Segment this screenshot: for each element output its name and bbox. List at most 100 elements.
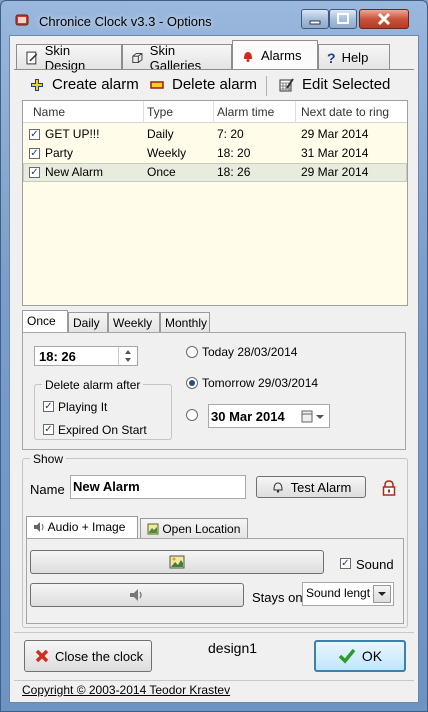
toolbar-divider xyxy=(266,76,267,96)
tab-label: Audio + Image xyxy=(47,520,126,534)
alarm-name-input[interactable]: New Alarm xyxy=(70,475,246,499)
alarm-time: 18: 26 xyxy=(217,165,251,179)
test-alarm-label: Test Alarm xyxy=(290,479,352,495)
alarm-type: Once xyxy=(147,165,176,179)
options-window: Chronice Clock v3.3 - Options Skin Desig… xyxy=(0,0,428,712)
alarm-row-selected[interactable]: ✓ New Alarm Once 18: 26 29 Mar 2014 xyxy=(23,163,407,182)
tab-weekly[interactable]: Weekly xyxy=(108,312,160,332)
alarm-enabled-checkbox[interactable]: ✓ xyxy=(29,129,40,140)
tab-once[interactable]: Once xyxy=(22,310,68,332)
plus-icon xyxy=(31,78,43,91)
tomorrow-label: Tomorrow 29/03/2014 xyxy=(202,376,319,390)
alarm-enabled-checkbox[interactable]: ✓ xyxy=(29,148,40,159)
alarm-time: 7: 20 xyxy=(217,127,244,141)
expired-on-start-checkbox[interactable]: ✓ xyxy=(43,424,54,435)
column-header-name[interactable]: Name xyxy=(33,105,65,119)
delete-alarm-button[interactable]: Delete alarm xyxy=(150,76,257,93)
spinner-arrows-icon xyxy=(125,350,131,362)
alarm-list[interactable]: Name Type Alarm time Next date to ring ✓… xyxy=(22,100,408,306)
tab-open-location[interactable]: Open Location xyxy=(140,518,248,538)
alarm-name-value: New Alarm xyxy=(73,479,140,494)
alarm-row[interactable]: ✓ GET UP!!! Daily 7: 20 29 Mar 2014 xyxy=(23,125,407,144)
dropdown-button[interactable] xyxy=(373,585,391,603)
delete-alarm-label: Delete alarm xyxy=(172,76,258,93)
minimize-button[interactable] xyxy=(301,9,329,29)
tab-skin-galleries[interactable]: Skin Galleries xyxy=(122,43,232,73)
tab-alarms[interactable]: Alarms xyxy=(232,40,318,70)
create-alarm-label: Create alarm xyxy=(52,76,139,93)
today-radio[interactable] xyxy=(186,346,198,358)
choose-image-button[interactable] xyxy=(30,550,324,574)
time-spinner[interactable] xyxy=(118,347,136,365)
alarm-row[interactable]: ✓ Party Weekly 18: 20 31 Mar 2014 xyxy=(23,144,407,163)
tab-monthly[interactable]: Monthly xyxy=(160,312,210,332)
edit-calendar-icon xyxy=(279,77,294,91)
tab-skin-design[interactable]: Skin Design xyxy=(16,42,122,73)
alarm-name: GET UP!!! xyxy=(45,127,100,141)
column-header-alarm-time[interactable]: Alarm time xyxy=(217,105,274,119)
sound-checkbox[interactable]: ✓ xyxy=(340,558,351,569)
expired-on-start-label: Expired On Start xyxy=(58,423,147,437)
lock-icon[interactable] xyxy=(382,480,396,496)
stays-on-label: Stays on xyxy=(252,590,303,605)
alarm-type: Daily xyxy=(147,127,174,141)
create-alarm-button[interactable]: Create alarm xyxy=(30,76,139,93)
maximize-button[interactable] xyxy=(329,9,357,29)
bell-icon xyxy=(244,51,252,62)
chevron-down-icon xyxy=(378,592,386,596)
close-icon xyxy=(377,12,391,26)
choose-sound-button[interactable] xyxy=(30,583,244,607)
alarm-list-header: Name Type Alarm time Next date to ring xyxy=(23,101,407,123)
alarm-type: Weekly xyxy=(147,146,187,160)
tab-label: Help xyxy=(341,50,369,65)
tomorrow-radio[interactable] xyxy=(186,377,198,389)
alarm-enabled-checkbox[interactable]: ✓ xyxy=(29,167,40,178)
custom-date-radio[interactable] xyxy=(186,409,198,421)
column-separator xyxy=(295,101,296,123)
edit-selected-button[interactable]: Edit Selected xyxy=(278,76,390,93)
alarm-name: Party xyxy=(45,146,74,160)
speaker-icon xyxy=(34,522,44,532)
sound-label: Sound xyxy=(356,557,394,572)
footer-divider xyxy=(14,632,414,633)
pencil-icon xyxy=(26,51,38,64)
tab-divider xyxy=(14,69,414,70)
column-header-type[interactable]: Type xyxy=(147,105,173,119)
alarm-name: New Alarm xyxy=(45,165,104,179)
close-clock-label: Close the clock xyxy=(55,648,144,664)
checkmark-icon xyxy=(338,648,356,664)
tab-help[interactable]: ? Help xyxy=(318,44,390,70)
playing-it-checkbox[interactable]: ✓ xyxy=(43,401,54,412)
delete-alarm-after-title: Delete alarm after xyxy=(42,378,144,392)
image-icon xyxy=(169,555,185,569)
minus-icon xyxy=(150,80,164,89)
tab-label: Skin Design xyxy=(44,42,86,73)
alarm-next-date: 29 Mar 2014 xyxy=(301,127,369,141)
ok-button[interactable]: OK xyxy=(314,640,406,672)
today-label: Today 28/03/2014 xyxy=(202,345,298,359)
alarm-time-value: 18: 26 xyxy=(39,349,76,364)
column-header-next-date[interactable]: Next date to ring xyxy=(301,105,389,119)
show-group-title: Show xyxy=(30,452,67,466)
stays-on-value: Sound lengt xyxy=(306,586,371,600)
speaker-icon xyxy=(130,589,142,601)
status-divider xyxy=(14,680,414,681)
name-label: Name xyxy=(30,482,65,497)
design-name: design1 xyxy=(208,640,258,656)
stays-on-select[interactable]: Sound lengt xyxy=(302,582,394,606)
tab-daily[interactable]: Daily xyxy=(68,312,108,332)
cube-icon xyxy=(132,52,143,63)
alarm-next-date: 31 Mar 2014 xyxy=(301,146,369,160)
date-value: 30 Mar 2014 xyxy=(211,409,285,424)
red-x-icon xyxy=(35,649,49,663)
copyright-link[interactable]: Copyright © 2003-2014 Teodor Krastev xyxy=(22,683,230,697)
tab-audio-image[interactable]: Audio + Image xyxy=(26,516,138,538)
tab-label: Open Location xyxy=(162,522,241,536)
column-separator xyxy=(213,101,214,123)
close-clock-button[interactable]: Close the clock xyxy=(24,640,152,672)
test-alarm-button[interactable]: Test Alarm xyxy=(256,476,366,498)
title-bar[interactable]: Chronice Clock v3.3 - Options xyxy=(1,1,427,35)
date-picker[interactable]: 30 Mar 2014 xyxy=(208,404,330,428)
column-separator xyxy=(143,101,144,123)
close-window-button[interactable] xyxy=(359,9,409,29)
